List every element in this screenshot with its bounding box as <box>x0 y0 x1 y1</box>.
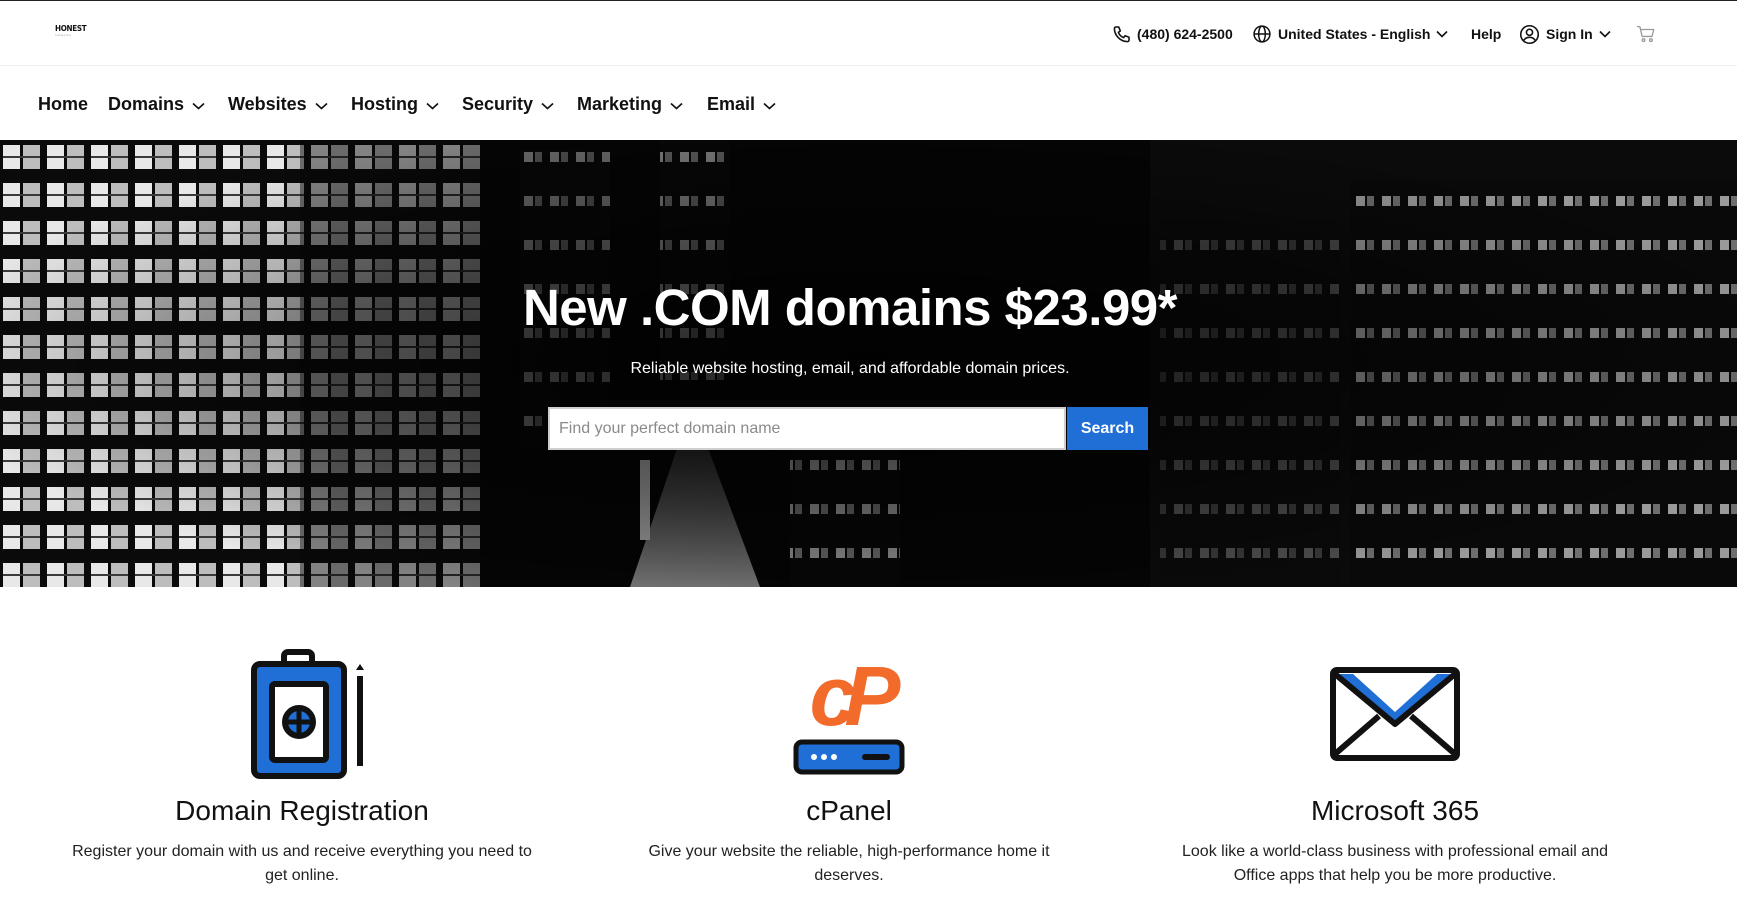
cpanel-icon: cP <box>784 640 914 780</box>
feature-title: Microsoft 365 <box>1310 795 1480 826</box>
user-icon <box>1519 24 1540 45</box>
sign-in-label: Sign In <box>1546 26 1593 42</box>
nav-item-domains[interactable]: Domains <box>108 92 205 116</box>
locale-selector[interactable]: United States - English <box>1252 23 1449 45</box>
chevron-down-icon <box>541 94 554 115</box>
logo-text: HONEST <box>55 24 87 33</box>
chevron-down-icon <box>670 94 683 115</box>
nav-item-label: Home <box>38 93 89 114</box>
main-navigation: Home Domains Websites Hosting Security M… <box>0 67 1737 140</box>
hero-banner: New .COM domains $23.99* Reliable websit… <box>0 140 1737 587</box>
nav-item-label: Domains <box>108 93 185 114</box>
feature-title: Domain Registration <box>175 795 429 826</box>
sign-in-button[interactable]: Sign In <box>1519 23 1611 45</box>
feature-cpanel: cP cPanel Give your website the reliable… <box>589 640 1109 884</box>
feature-description: Give your website the reliable, high-per… <box>648 843 1050 884</box>
chevron-down-icon <box>192 94 205 115</box>
nav-item-security[interactable]: Security <box>462 92 554 116</box>
feature-microsoft-365: Microsoft 365 Look like a world-class bu… <box>1135 640 1655 884</box>
help-link[interactable]: Help <box>1471 23 1501 45</box>
domain-registration-icon <box>232 640 372 780</box>
globe-icon <box>1252 24 1272 44</box>
nav-item-marketing[interactable]: Marketing <box>577 92 683 116</box>
feature-description: Register your domain with us and receive… <box>72 843 532 884</box>
nav-item-websites[interactable]: Websites <box>228 92 328 116</box>
nav-item-label: Websites <box>228 93 307 114</box>
nav-item-label: Marketing <box>577 93 663 114</box>
nav-item-label: Hosting <box>351 93 418 114</box>
svg-text:cP: cP <box>810 649 902 743</box>
domain-search-input[interactable] <box>548 407 1066 450</box>
nav-item-hosting[interactable]: Hosting <box>351 92 439 116</box>
cart-button[interactable] <box>1636 23 1656 45</box>
chevron-down-icon <box>1436 30 1449 38</box>
top-utility-bar: HONEST networks (480) 624-2500 United St… <box>0 0 1737 66</box>
search-button[interactable]: Search <box>1067 407 1148 450</box>
chevron-down-icon <box>315 94 328 115</box>
cart-icon <box>1636 25 1656 43</box>
help-label: Help <box>1471 26 1502 42</box>
phone-number: (480) 624-2500 <box>1137 26 1233 42</box>
nav-item-label: Email <box>707 93 756 114</box>
logo-subtext: networks <box>55 33 72 37</box>
nav-item-home[interactable]: Home <box>38 92 88 116</box>
nav-item-email[interactable]: Email <box>707 92 776 116</box>
phone-icon <box>1112 25 1131 44</box>
chevron-down-icon <box>763 94 776 115</box>
logo[interactable]: HONEST networks <box>55 24 87 37</box>
feature-title: cPanel <box>806 795 892 826</box>
locale-label: United States - English <box>1278 26 1431 42</box>
nav-item-label: Security <box>462 93 534 114</box>
chevron-down-icon <box>426 94 439 115</box>
envelope-icon <box>1325 640 1465 780</box>
hero-subtitle: Reliable website hosting, email, and aff… <box>630 360 1070 377</box>
hero-title: New .COM domains $23.99* <box>522 279 1178 336</box>
feature-description: Look like a world-class business with pr… <box>1182 843 1608 884</box>
phone-link[interactable]: (480) 624-2500 <box>1112 23 1233 45</box>
chevron-down-icon <box>1599 30 1611 38</box>
feature-domain-registration: Domain Registration Register your domain… <box>42 640 562 884</box>
